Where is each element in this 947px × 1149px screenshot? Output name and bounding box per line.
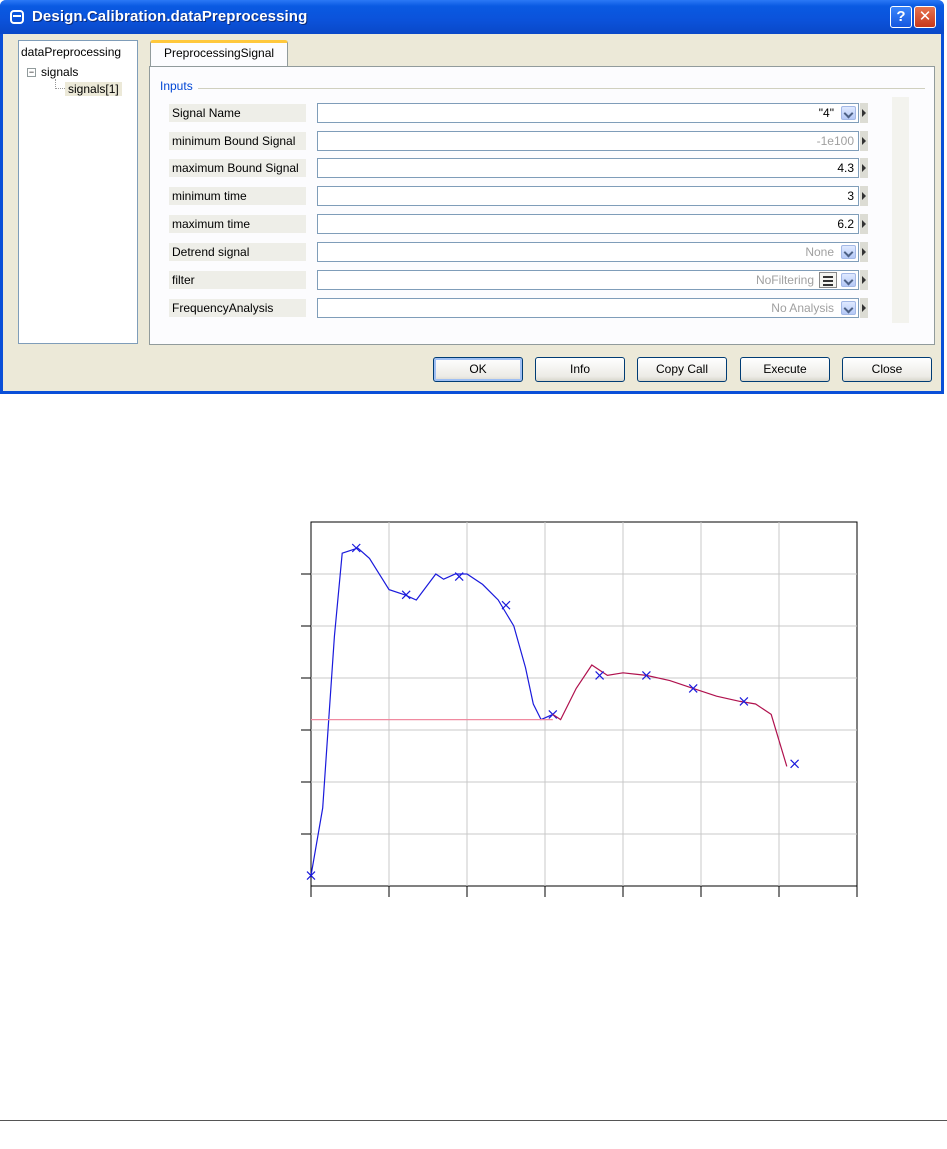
page-divider: [0, 1120, 947, 1121]
data-point-marker: [501, 600, 511, 610]
data-point-marker: [351, 543, 361, 553]
series-line-1: [552, 664, 788, 767]
tab-preprocessing-signal[interactable]: PreprocessingSignal: [150, 40, 288, 66]
plot-frame: [310, 521, 858, 887]
signal-plot: [301, 521, 858, 897]
data-point-marker: [688, 683, 698, 693]
data-point-marker: [790, 759, 800, 769]
series-line-0: [310, 547, 554, 876]
